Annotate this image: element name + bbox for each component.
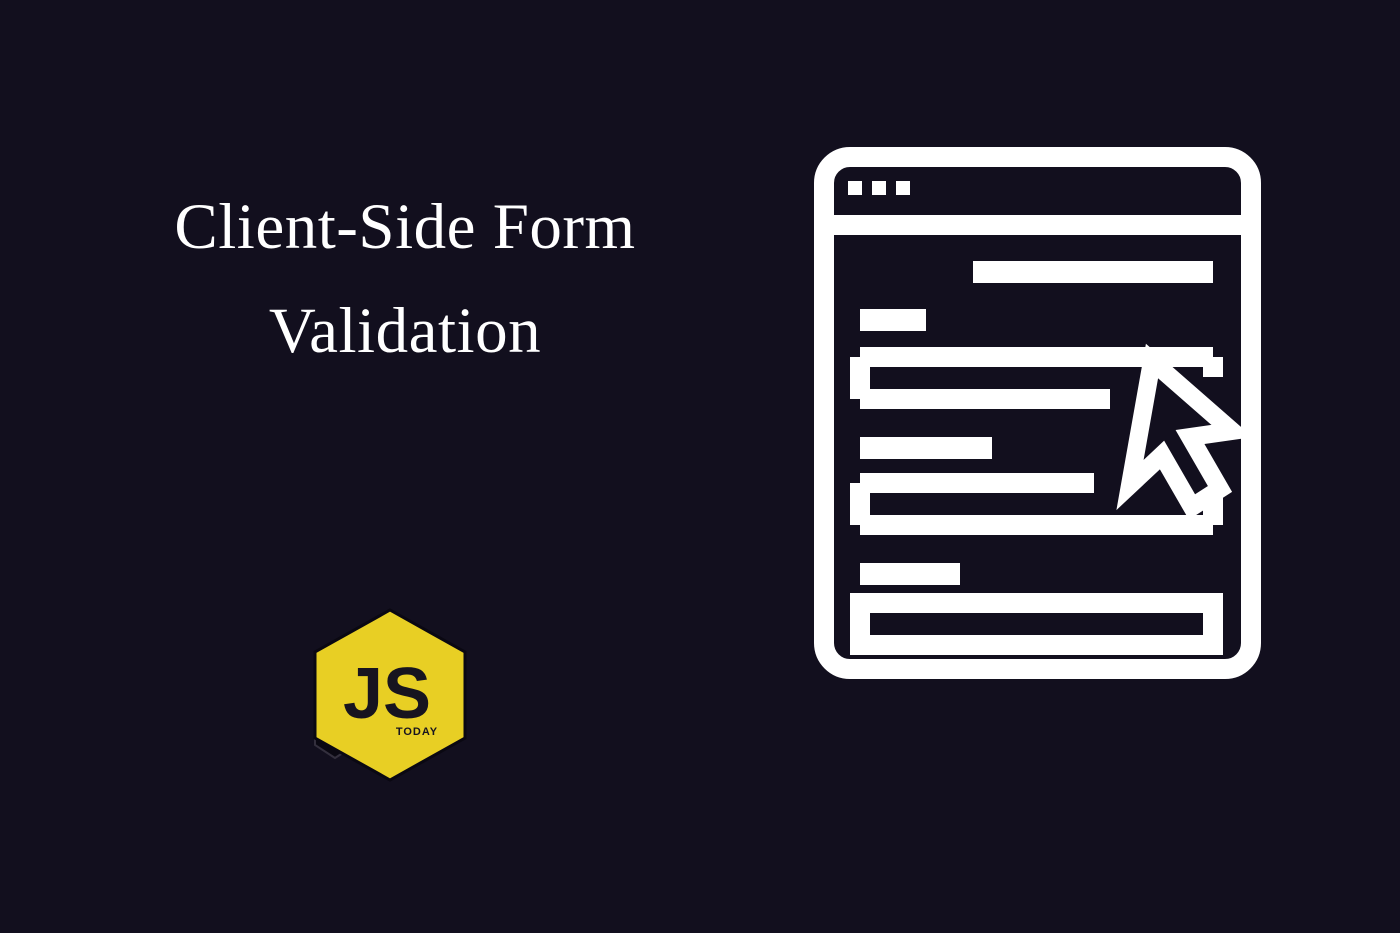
page-title: Client-Side Form Validation [85, 175, 725, 383]
form-window-icon [810, 143, 1265, 683]
logo-today-text: TODAY [396, 726, 438, 738]
title-line-2: Validation [85, 279, 725, 383]
title-line-1: Client-Side Form [85, 175, 725, 279]
logo-js-text: JS [343, 654, 431, 734]
js-today-logo: JS TODAY [295, 600, 485, 790]
